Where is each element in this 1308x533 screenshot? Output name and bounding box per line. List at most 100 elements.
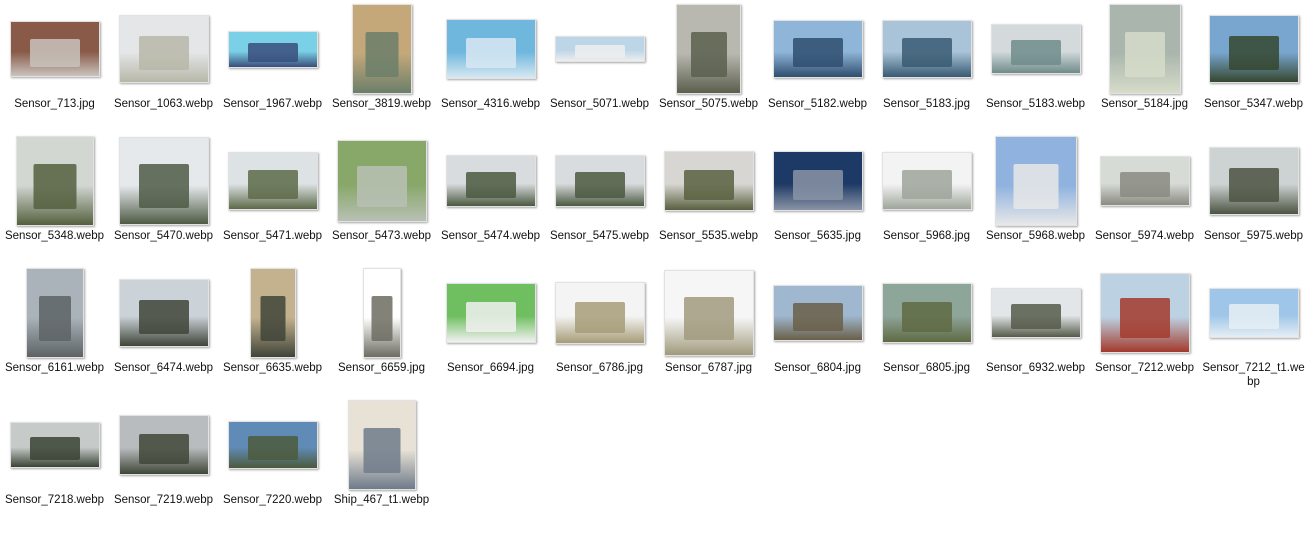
- file-item[interactable]: Sensor_5974.webp: [1090, 132, 1199, 264]
- file-item[interactable]: Sensor_7212.webp: [1090, 264, 1199, 396]
- thumbnail-frame: [0, 396, 109, 494]
- document-thumbnail[interactable]: [347, 400, 416, 490]
- photo-thumbnail[interactable]: [15, 136, 94, 226]
- photo-thumbnail[interactable]: [663, 270, 754, 356]
- file-item[interactable]: Sensor_7220.webp: [218, 396, 327, 528]
- file-item[interactable]: Sensor_6474.webp: [109, 264, 218, 396]
- file-item[interactable]: Sensor_7212_t1.webp: [1199, 264, 1308, 396]
- file-item[interactable]: Sensor_5184.jpg: [1090, 0, 1199, 132]
- file-item[interactable]: Sensor_6659.jpg: [327, 264, 436, 396]
- file-item[interactable]: Sensor_6786.jpg: [545, 264, 654, 396]
- photo-thumbnail[interactable]: [445, 19, 536, 79]
- file-item[interactable]: Sensor_4316.webp: [436, 0, 545, 132]
- photo-thumbnail[interactable]: [554, 155, 645, 207]
- photo-icon: [38, 296, 71, 341]
- photo-thumbnail[interactable]: [772, 285, 863, 341]
- photo-thumbnail[interactable]: [118, 415, 209, 475]
- file-item[interactable]: Sensor_5968.webp: [981, 132, 1090, 264]
- photo-thumbnail[interactable]: [772, 20, 863, 78]
- file-item[interactable]: Sensor_6635.webp: [218, 264, 327, 396]
- file-item[interactable]: Sensor_6804.jpg: [763, 264, 872, 396]
- photo-thumbnail[interactable]: [227, 30, 318, 68]
- photo-thumbnail[interactable]: [9, 21, 100, 77]
- file-item[interactable]: Sensor_5075.webp: [654, 0, 763, 132]
- file-item[interactable]: Sensor_5347.webp: [1199, 0, 1308, 132]
- photo-thumbnail[interactable]: [227, 152, 318, 210]
- photo-thumbnail[interactable]: [1108, 4, 1181, 94]
- file-item[interactable]: Sensor_6161.webp: [0, 264, 109, 396]
- photo-thumbnail[interactable]: [445, 283, 536, 343]
- file-item[interactable]: Sensor_6787.jpg: [654, 264, 763, 396]
- file-item[interactable]: Sensor_5471.webp: [218, 132, 327, 264]
- photo-thumbnail[interactable]: [676, 4, 741, 94]
- photo-thumbnail[interactable]: [1208, 15, 1299, 83]
- photo-thumbnail[interactable]: [1208, 147, 1299, 215]
- photo-thumbnail[interactable]: [772, 151, 863, 211]
- photo-thumbnail[interactable]: [351, 4, 412, 94]
- photo-icon: [1228, 168, 1279, 202]
- photo-thumbnail[interactable]: [881, 152, 972, 210]
- file-item[interactable]: Sensor_5975.webp: [1199, 132, 1308, 264]
- file-name-label: Sensor_5071.webp: [549, 98, 650, 110]
- photo-icon: [29, 39, 80, 67]
- photo-thumbnail[interactable]: [994, 136, 1077, 226]
- photo-thumbnail[interactable]: [554, 282, 645, 344]
- file-item[interactable]: Sensor_5470.webp: [109, 132, 218, 264]
- photo-thumbnail[interactable]: [1208, 288, 1299, 338]
- file-item[interactable]: Sensor_5968.jpg: [872, 132, 981, 264]
- file-item[interactable]: Sensor_5182.webp: [763, 0, 872, 132]
- file-item[interactable]: Sensor_6932.webp: [981, 264, 1090, 396]
- photo-thumbnail[interactable]: [227, 421, 318, 469]
- thumbnail-frame: [1090, 0, 1199, 98]
- file-item[interactable]: Sensor_5473.webp: [327, 132, 436, 264]
- photo-thumbnail[interactable]: [990, 288, 1081, 338]
- file-item[interactable]: Sensor_1063.webp: [109, 0, 218, 132]
- photo-icon: [247, 436, 298, 460]
- photo-thumbnail[interactable]: [445, 155, 536, 207]
- file-item[interactable]: Sensor_5474.webp: [436, 132, 545, 264]
- thumbnail-frame: [218, 0, 327, 98]
- photo-icon: [1010, 40, 1061, 65]
- thumbnail-frame: [218, 132, 327, 230]
- photo-thumbnail[interactable]: [25, 268, 84, 358]
- photo-icon: [33, 164, 76, 209]
- photo-thumbnail[interactable]: [1099, 156, 1190, 206]
- thumbnail-frame: [436, 0, 545, 98]
- file-item[interactable]: Sensor_5635.jpg: [763, 132, 872, 264]
- photo-thumbnail[interactable]: [336, 140, 427, 222]
- photo-thumbnail[interactable]: [1099, 273, 1190, 353]
- photo-thumbnail[interactable]: [881, 20, 972, 78]
- photo-thumbnail[interactable]: [118, 15, 209, 83]
- file-item[interactable]: Sensor_6694.jpg: [436, 264, 545, 396]
- file-item[interactable]: Sensor_1967.webp: [218, 0, 327, 132]
- file-name-label: Sensor_5075.webp: [658, 98, 759, 110]
- file-item[interactable]: Sensor_5535.webp: [654, 132, 763, 264]
- file-item[interactable]: Ship_467_t1.webp: [327, 396, 436, 528]
- photo-icon: [1228, 304, 1279, 329]
- photo-thumbnail[interactable]: [990, 24, 1081, 74]
- photo-thumbnail[interactable]: [362, 268, 401, 358]
- file-name-label: Sensor_7212.webp: [1094, 362, 1195, 374]
- photo-icon: [1119, 172, 1170, 197]
- file-name-label: Ship_467_t1.webp: [333, 494, 430, 506]
- photo-thumbnail[interactable]: [554, 36, 645, 62]
- photo-thumbnail[interactable]: [249, 268, 296, 358]
- file-item[interactable]: Sensor_5348.webp: [0, 132, 109, 264]
- file-item[interactable]: Sensor_5183.webp: [981, 0, 1090, 132]
- file-item[interactable]: Sensor_7219.webp: [109, 396, 218, 528]
- file-item[interactable]: Sensor_713.jpg: [0, 0, 109, 132]
- file-item[interactable]: Sensor_5183.jpg: [872, 0, 981, 132]
- file-item[interactable]: Sensor_5475.webp: [545, 132, 654, 264]
- thumbnail-frame: [109, 396, 218, 494]
- file-item[interactable]: Sensor_7218.webp: [0, 396, 109, 528]
- photo-thumbnail[interactable]: [663, 151, 754, 211]
- photo-thumbnail[interactable]: [118, 137, 209, 225]
- file-item[interactable]: Sensor_6805.jpg: [872, 264, 981, 396]
- file-item[interactable]: Sensor_3819.webp: [327, 0, 436, 132]
- thumbnail-frame: [1090, 132, 1199, 230]
- file-item[interactable]: Sensor_5071.webp: [545, 0, 654, 132]
- photo-thumbnail[interactable]: [118, 279, 209, 347]
- photo-icon: [465, 302, 516, 332]
- photo-thumbnail[interactable]: [881, 283, 972, 343]
- photo-thumbnail[interactable]: [9, 422, 100, 468]
